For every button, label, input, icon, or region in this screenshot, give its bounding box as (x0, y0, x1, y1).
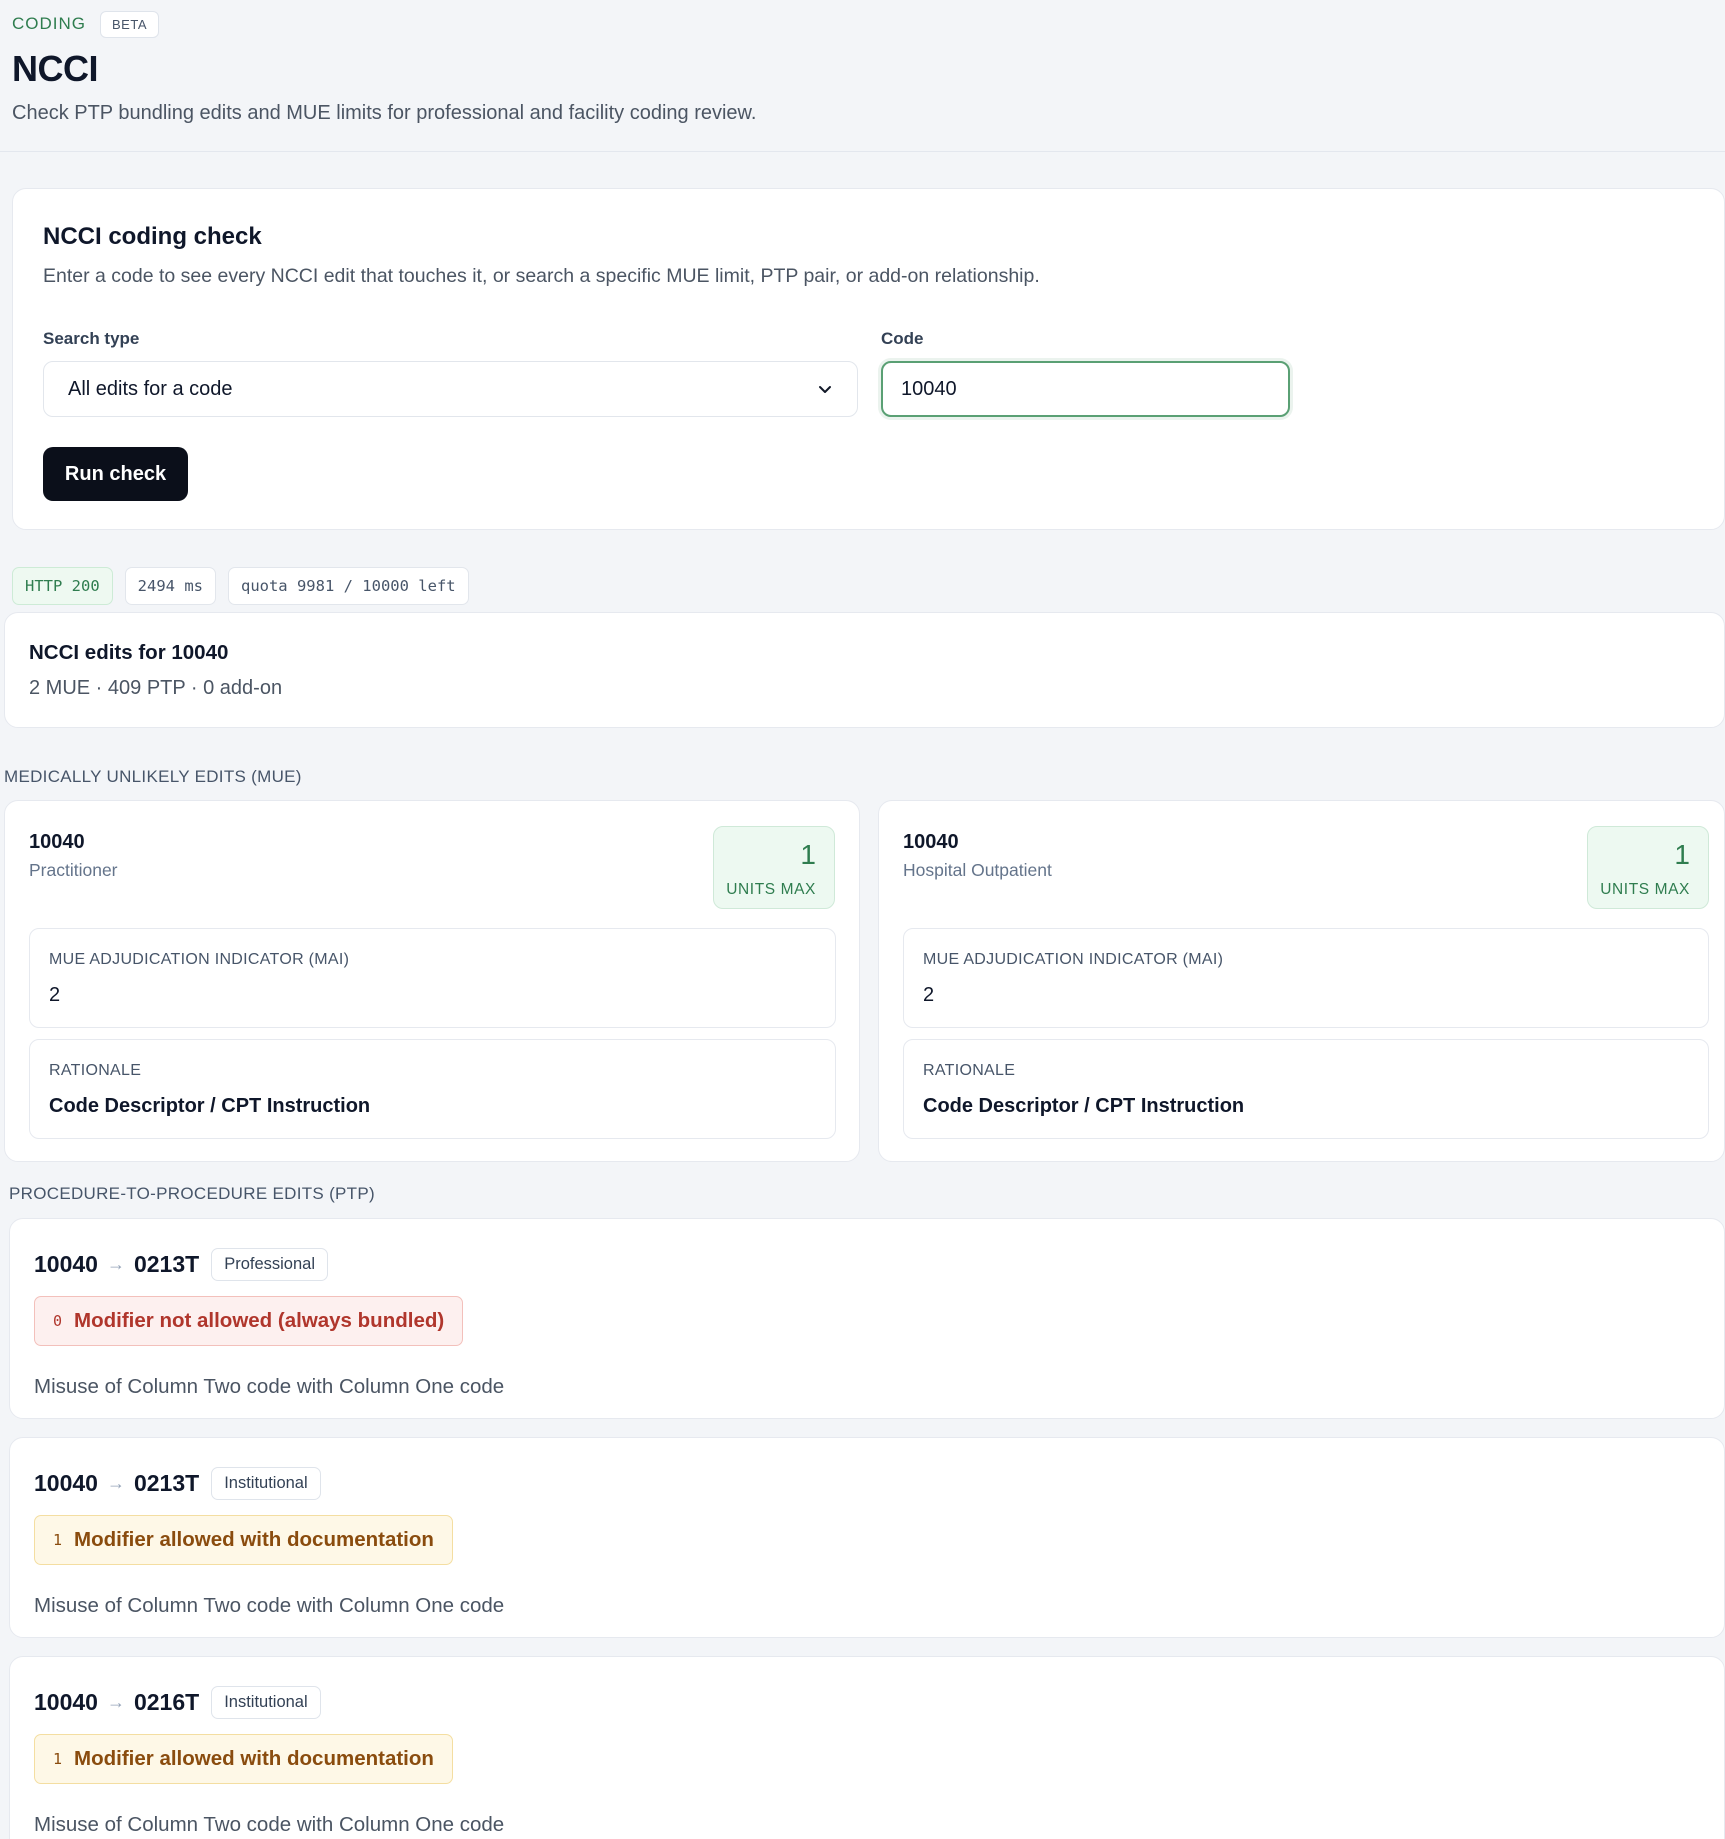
rationale-box: RATIONALE Code Descriptor / CPT Instruct… (903, 1039, 1709, 1139)
arrow-right-icon: → (106, 1472, 125, 1493)
arrow-right-icon: → (106, 1691, 125, 1712)
modifier-indicator-badge: 1 Modifier allowed with documentation (34, 1734, 453, 1784)
rationale-value: Code Descriptor / CPT Instruction (923, 1095, 1245, 1117)
arrow-right-icon: → (106, 1253, 125, 1274)
column-two-code: 0213T (133, 1250, 200, 1277)
beta-badge: BETA (100, 10, 159, 38)
results-counts: 2 MUE · 409 PTP · 0 add-on (29, 677, 283, 699)
mue-card: 10040 Practitioner 1 UNITS MAX MUE ADJUD… (4, 800, 860, 1162)
form-title: NCCI coding check (43, 223, 262, 250)
ptp-rationale: Misuse of Column Two code with Column On… (34, 1594, 505, 1617)
mai-label: MUE ADJUDICATION INDICATOR (MAI) (49, 951, 350, 968)
units-max-label: UNITS MAX (726, 881, 816, 898)
mai-box: MUE ADJUDICATION INDICATOR (MAI) 2 (903, 928, 1709, 1028)
mue-section-label: MEDICALLY UNLIKELY EDITS (MUE) (4, 767, 302, 786)
claim-type-badge: Professional (211, 1247, 328, 1281)
modifier-text: Modifier allowed with documentation (74, 1747, 434, 1770)
code-input[interactable] (881, 361, 1290, 417)
ptp-section-label: PROCEDURE-TO-PROCEDURE EDITS (PTP) (9, 1184, 375, 1203)
modifier-code: 1 (53, 1531, 63, 1549)
units-max-badge: 1 UNITS MAX (713, 826, 835, 909)
modifier-code: 0 (53, 1312, 63, 1330)
units-max-value: 1 (800, 839, 816, 870)
search-type-value: All edits for a code (68, 377, 233, 400)
ptp-edit-card: 10040 → 0213T Institutional 1 Modifier a… (9, 1437, 1725, 1638)
mai-label: MUE ADJUDICATION INDICATOR (MAI) (923, 951, 1224, 968)
mue-setting: Hospital Outpatient (903, 860, 1052, 880)
results-title: NCCI edits for 10040 (29, 641, 229, 664)
mai-box: MUE ADJUDICATION INDICATOR (MAI) 2 (29, 928, 836, 1028)
modifier-indicator-badge: 0 Modifier not allowed (always bundled) (34, 1296, 464, 1346)
ptp-code-pair: 10040 → 0213T (34, 1251, 199, 1278)
column-two-code: 0216T (133, 1688, 200, 1715)
ptp-rationale: Misuse of Column Two code with Column On… (34, 1813, 505, 1836)
search-type-label: Search type (43, 329, 140, 348)
ptp-code-pair: 10040 → 0213T (34, 1470, 199, 1497)
mai-value: 2 (49, 984, 61, 1006)
rationale-label: RATIONALE (49, 1062, 142, 1079)
modifier-text: Modifier not allowed (always bundled) (74, 1309, 445, 1332)
column-one-code: 10040 (34, 1688, 98, 1715)
mue-card: 10040 Hospital Outpatient 1 UNITS MAX MU… (878, 800, 1725, 1162)
latency-badge: 2494 ms (124, 567, 216, 605)
units-max-label: UNITS MAX (1600, 881, 1690, 898)
results-summary: NCCI edits for 10040 2 MUE · 409 PTP · 0… (4, 612, 1725, 728)
chevron-down-icon (819, 386, 831, 393)
response-status: HTTP 200 2494 ms quota 9981 / 10000 left (12, 567, 469, 605)
quota-badge: quota 9981 / 10000 left (227, 567, 469, 605)
page-subtitle: Check PTP bundling edits and MUE limits … (12, 102, 757, 124)
rationale-value: Code Descriptor / CPT Instruction (49, 1095, 371, 1117)
ptp-code-pair: 10040 → 0216T (34, 1689, 199, 1716)
column-one-code: 10040 (34, 1250, 98, 1277)
mue-setting: Practitioner (29, 860, 118, 880)
section-eyebrow: CODING (12, 14, 86, 33)
claim-type-badge: Institutional (211, 1685, 321, 1719)
rationale-label: RATIONALE (923, 1062, 1016, 1079)
modifier-indicator-badge: 1 Modifier allowed with documentation (34, 1515, 453, 1565)
ptp-edit-card: 10040 → 0216T Institutional 1 Modifier a… (9, 1656, 1725, 1839)
ptp-header: 10040 → 0216T Institutional (34, 1685, 321, 1719)
http-status-badge: HTTP 200 (12, 567, 113, 605)
ptp-edit-card: 10040 → 0213T Professional 0 Modifier no… (9, 1218, 1725, 1419)
mue-code: 10040 (903, 831, 959, 853)
mai-value: 2 (923, 984, 935, 1006)
modifier-text: Modifier allowed with documentation (74, 1528, 434, 1551)
column-two-code: 0213T (133, 1469, 200, 1496)
ptp-rationale: Misuse of Column Two code with Column On… (34, 1375, 505, 1398)
units-max-value: 1 (1674, 839, 1690, 870)
claim-type-badge: Institutional (211, 1466, 321, 1500)
coding-check-form: NCCI coding check Enter a code to see ev… (12, 188, 1725, 530)
search-type-select[interactable]: All edits for a code (43, 361, 858, 417)
ptp-header: 10040 → 0213T Institutional (34, 1466, 321, 1500)
page-title: NCCI (12, 48, 99, 89)
ptp-header: 10040 → 0213T Professional (34, 1247, 328, 1281)
page-header: CODING BETA NCCI Check PTP bundling edit… (0, 0, 1725, 152)
rationale-box: RATIONALE Code Descriptor / CPT Instruct… (29, 1039, 836, 1139)
modifier-code: 1 (53, 1750, 63, 1768)
run-check-button[interactable]: Run check (43, 447, 188, 501)
code-label: Code (881, 329, 924, 348)
form-description: Enter a code to see every NCCI edit that… (43, 265, 1040, 287)
units-max-badge: 1 UNITS MAX (1587, 826, 1709, 909)
column-one-code: 10040 (34, 1469, 98, 1496)
eyebrow: CODING BETA (12, 10, 159, 38)
mue-code: 10040 (29, 831, 85, 853)
